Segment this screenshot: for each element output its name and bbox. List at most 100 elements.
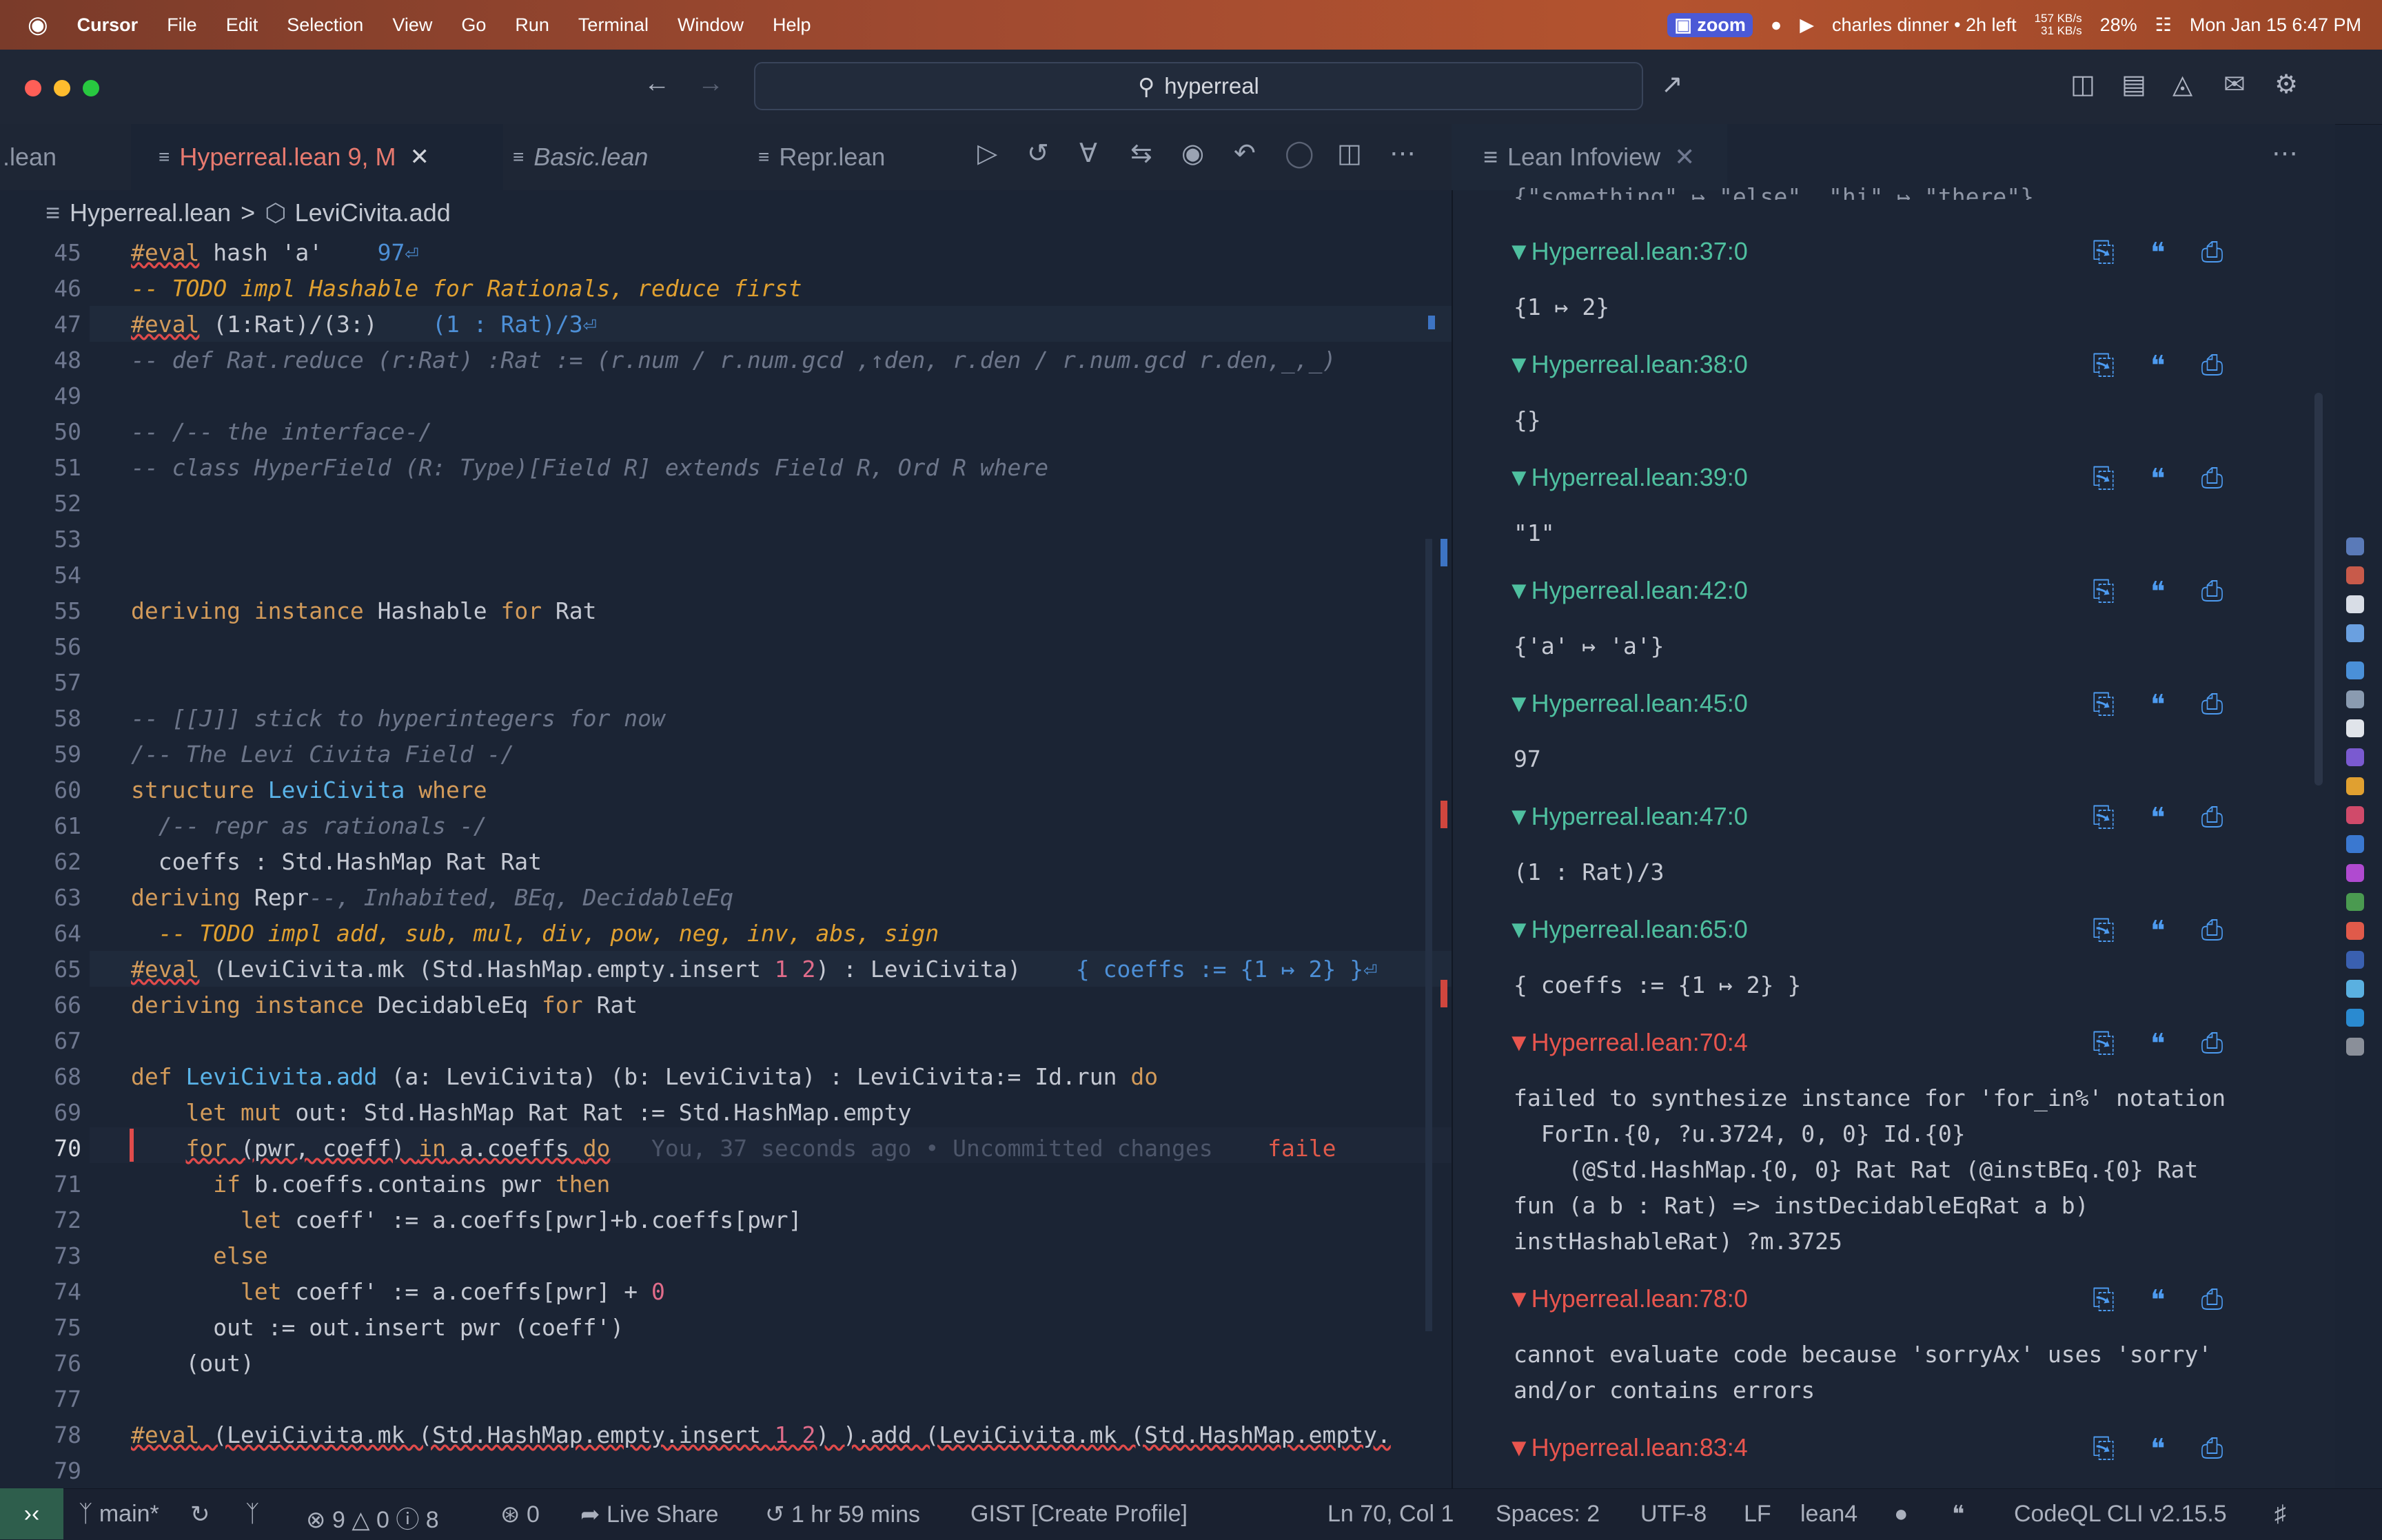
indentation[interactable]: Spaces: 2 [1496, 1501, 1600, 1528]
pin-icon[interactable]: ⎙ [2201, 1284, 2223, 1316]
back-arrow-icon[interactable]: ← [644, 69, 670, 99]
battery-percent[interactable]: 28% [2100, 14, 2137, 36]
open-external-icon[interactable]: ↗ [1661, 69, 1683, 100]
toggle-secondary-sidebar-icon[interactable]: ◬ [2172, 69, 2192, 100]
calendar-event[interactable]: charles dinner • 2h left [1832, 14, 2017, 36]
pin-icon[interactable]: ⎙ [2201, 237, 2223, 269]
quote-icon[interactable]: ❝ [2150, 915, 2166, 947]
mic-icon[interactable]: ● [1771, 14, 1782, 36]
menu-run[interactable]: Run [515, 14, 549, 36]
zoom-window-button[interactable] [83, 80, 99, 96]
dock-app-icon[interactable] [2346, 1009, 2364, 1027]
infoview-entry-header[interactable]: ▼Hyperreal.lean:39:0 [1507, 463, 1748, 492]
copy-to-comment-icon[interactable]: ⎘ [2093, 350, 2115, 382]
line-ending[interactable]: LF [1744, 1501, 1771, 1528]
ports[interactable]: ⊛ 0 [500, 1501, 540, 1528]
infoview-entry-header[interactable]: ▼Hyperreal.lean:70:4 [1507, 1028, 1748, 1057]
git-graph-icon[interactable]: ᛉ [245, 1501, 259, 1528]
forall-icon[interactable]: ∀ [1079, 138, 1097, 169]
globe-icon[interactable]: ◉ [1181, 138, 1204, 169]
copy-to-comment-icon[interactable]: ⎘ [2093, 1284, 2115, 1316]
dock-app-icon[interactable] [2346, 624, 2364, 642]
trash-icon[interactable] [2346, 1038, 2364, 1056]
pin-icon[interactable]: ⎙ [2201, 915, 2223, 947]
dock-app-icon[interactable] [2346, 864, 2364, 882]
cursor-position[interactable]: Ln 70, Col 1 [1327, 1501, 1454, 1528]
infoview-entry-header[interactable]: ▼Hyperreal.lean:38:0 [1507, 350, 1748, 379]
quote-icon[interactable]: ❝ [2150, 237, 2166, 269]
more-actions-icon[interactable]: ⋯ [2272, 138, 2298, 169]
dock-app-icon[interactable] [2346, 690, 2364, 708]
session-timer[interactable]: ↺ 1 hr 59 mins [765, 1501, 920, 1528]
network-speed[interactable]: 157 KB/s 31 KB/s [2035, 12, 2082, 37]
quote-icon[interactable]: ❝ [2150, 350, 2166, 382]
history-icon[interactable]: ↺ [1027, 138, 1049, 169]
menu-file[interactable]: File [167, 14, 197, 36]
copilot-icon[interactable]: ● [1894, 1501, 1908, 1528]
quote-icon[interactable]: ❝ [1952, 1501, 1964, 1528]
toggle-panel-icon[interactable]: ▤ [2121, 69, 2146, 100]
editor-scrollbar[interactable] [1425, 539, 1432, 1331]
menu-view[interactable]: View [392, 14, 432, 36]
pin-icon[interactable]: ⎙ [2201, 1028, 2223, 1060]
copy-to-comment-icon[interactable]: ⎘ [2093, 1433, 2115, 1465]
quote-icon[interactable]: ❝ [2150, 463, 2166, 495]
pin-icon[interactable]: ⎙ [2201, 463, 2223, 495]
dock-app-icon[interactable] [2346, 748, 2364, 766]
dock-app-icon[interactable] [2346, 951, 2364, 969]
forward-arrow-icon[interactable]: → [698, 69, 724, 99]
infoview-scrollbar[interactable] [2314, 393, 2323, 786]
zoom-status[interactable]: ▣ zoom [1667, 12, 1753, 37]
apple-icon[interactable]: ◉ [28, 11, 48, 39]
more-actions-icon[interactable]: ⋯ [1390, 138, 1416, 169]
dock-app-icon[interactable] [2346, 922, 2364, 940]
copy-to-comment-icon[interactable]: ⎘ [2093, 576, 2115, 608]
infoview-entry-header[interactable]: ▼Hyperreal.lean:78:0 [1507, 1284, 1748, 1313]
pin-icon[interactable]: ⎙ [2201, 576, 2223, 608]
copy-to-comment-icon[interactable]: ⎘ [2093, 463, 2115, 495]
tab-partial-lean[interactable]: .lean [0, 124, 128, 190]
revert-icon[interactable]: ↶ [1234, 138, 1256, 169]
pin-icon[interactable]: ⎙ [2201, 802, 2223, 834]
dock-app-icon[interactable] [2346, 661, 2364, 679]
dock-app-icon[interactable] [2346, 893, 2364, 911]
menu-selection[interactable]: Selection [287, 14, 363, 36]
app-menu[interactable]: Cursor [77, 14, 139, 36]
infoview-entry-header[interactable]: ▼Hyperreal.lean:83:4 [1507, 1433, 1748, 1462]
chat-icon[interactable]: ✉ [2223, 69, 2246, 100]
remote-indicator[interactable]: ›‹ [0, 1488, 63, 1539]
tab-basic[interactable]: ≡ Basic.lean [482, 124, 740, 190]
dock-app-icon[interactable] [2346, 566, 2364, 584]
quote-icon[interactable]: ❝ [2150, 1028, 2166, 1060]
menu-help[interactable]: Help [773, 14, 811, 36]
infoview-entry-header[interactable]: ▼Hyperreal.lean:42:0 [1507, 576, 1748, 605]
dock-app-icon[interactable] [2346, 835, 2364, 853]
quote-icon[interactable]: ❝ [2150, 689, 2166, 721]
git-branch[interactable]: ᛉ main* [79, 1501, 159, 1528]
minimize-window-button[interactable] [54, 80, 70, 96]
codeql-version[interactable]: CodeQL CLI v2.15.5 [2014, 1501, 2227, 1528]
copy-to-comment-icon[interactable]: ⎘ [2093, 689, 2115, 721]
copy-to-comment-icon[interactable]: ⎘ [2093, 237, 2115, 269]
quote-icon[interactable]: ❝ [2150, 576, 2166, 608]
infoview-entry-header[interactable]: ▼Hyperreal.lean:45:0 [1507, 689, 1748, 718]
infoview-entry-header[interactable]: ▼Hyperreal.lean:37:0 [1507, 237, 1748, 266]
pin-icon[interactable]: ⎙ [2201, 689, 2223, 721]
gist-profile[interactable]: GIST [Create Profile] [970, 1501, 1188, 1528]
notifications-bell-icon[interactable]: ♯ [2274, 1501, 2286, 1528]
settings-gear-icon[interactable]: ⚙ [2274, 69, 2298, 100]
menu-window[interactable]: Window [678, 14, 744, 36]
close-tab-icon[interactable]: ✕ [1674, 143, 1695, 172]
encoding[interactable]: UTF-8 [1640, 1501, 1707, 1528]
breadcrumb-symbol[interactable]: LeviCivita.add [295, 198, 451, 227]
pin-icon[interactable]: ⎙ [2201, 350, 2223, 382]
pin-icon[interactable]: ⎙ [2201, 1433, 2223, 1465]
quote-icon[interactable]: ❝ [2150, 1284, 2166, 1316]
dock-app-icon[interactable] [2346, 719, 2364, 737]
infoview-entry-header[interactable]: ▼Hyperreal.lean:47:0 [1507, 802, 1748, 831]
dock-app-icon[interactable] [2346, 595, 2364, 613]
copy-to-comment-icon[interactable]: ⎘ [2093, 915, 2115, 947]
quote-icon[interactable]: ❝ [2150, 802, 2166, 834]
circle-icon[interactable]: ◯ [1285, 138, 1314, 169]
close-window-button[interactable] [25, 80, 41, 96]
